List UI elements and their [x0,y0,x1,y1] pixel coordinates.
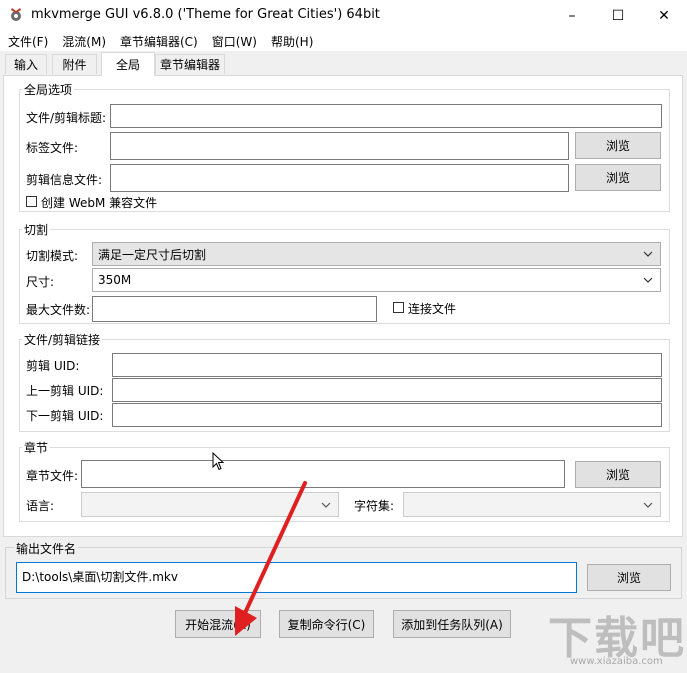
segment-title-input[interactable] [110,104,662,128]
chapter-file-label: 章节文件: [26,469,79,483]
link-files-checkbox[interactable] [393,302,404,313]
minimize-button[interactable]: – [549,0,595,31]
next-uid-label: 下一剪辑 UID: [26,409,104,423]
split-title: 切割 [22,221,51,238]
webm-checkbox[interactable] [26,196,37,207]
segment-uid-label: 剪辑 UID: [26,359,80,373]
previous-uid-label: 上一剪辑 UID: [26,384,104,398]
previous-uid-input[interactable] [112,378,662,402]
webm-label: 创建 WebM 兼容文件 [41,196,158,210]
tab-global[interactable]: 全局 [101,52,155,76]
linking-title: 文件/剪辑链接 [22,331,103,348]
output-title: 输出文件名 [14,540,79,557]
global-options-title: 全局选项 [22,81,75,98]
minimize-icon: – [568,7,576,24]
split-mode-label: 切割模式: [26,249,79,263]
mkvmerge-app-icon [11,8,21,21]
charset-label: 字符集: [354,499,395,513]
next-uid-input[interactable] [112,403,662,427]
menu-bar: 文件(F) 混流(M) 章节编辑器(C) 窗口(W) 帮助(H) [0,31,687,51]
split-mode-value: 满足一定尺寸后切割 [98,247,207,262]
chevron-down-icon [643,251,653,257]
add-to-queue-button[interactable]: 添加到任务队列(A) [393,610,511,638]
tags-file-label: 标签文件: [26,141,79,155]
tab-input[interactable]: 输入 [5,54,47,74]
segment-info-browse-button[interactable]: 浏览 [575,164,661,191]
size-value: 350M [98,273,132,287]
chapter-browse-button[interactable]: 浏览 [575,461,661,488]
chevron-down-icon [643,277,653,283]
language-label: 语言: [26,499,55,513]
menu-mux[interactable]: 混流(M) [55,31,113,51]
watermark-logo: 下载吧 www.xiazaiba.com [548,600,684,670]
size-label: 尺寸: [26,275,55,289]
tags-file-input[interactable] [110,132,569,160]
watermark-url: www.xiazaiba.com [570,656,663,667]
size-combo[interactable]: 350M [92,268,661,292]
menu-help[interactable]: 帮助(H) [264,31,320,51]
segment-info-input[interactable] [110,164,569,192]
tags-browse-button[interactable]: 浏览 [575,132,661,159]
tab-chapter-editor[interactable]: 章节编辑器 [155,54,225,74]
split-mode-select[interactable]: 满足一定尺寸后切割 [92,242,661,266]
maximize-icon: ☐ [611,7,625,24]
link-files-label: 连接文件 [408,302,457,316]
tab-attachments[interactable]: 附件 [52,54,97,74]
mouse-cursor-icon [212,452,225,471]
output-browse-button[interactable]: 浏览 [587,564,671,591]
max-files-input[interactable] [92,296,377,322]
title-bar: mkvmerge GUI v6.8.0 ('Theme for Great Ci… [0,0,687,31]
segment-title-label: 文件/剪辑标题: [26,111,107,125]
close-icon: ✕ [658,7,670,24]
segment-info-label: 剪辑信息文件: [26,173,103,187]
maximize-button[interactable]: ☐ [595,0,641,31]
charset-select[interactable] [403,492,661,517]
menu-chapter-editor[interactable]: 章节编辑器(C) [113,31,205,51]
annotation-arrow-icon [235,481,307,636]
menu-file[interactable]: 文件(F) [0,31,55,51]
close-button[interactable]: ✕ [641,0,687,31]
chapter-file-input[interactable] [81,460,565,488]
menu-window[interactable]: 窗口(W) [205,31,264,51]
chevron-down-icon [643,502,653,508]
max-files-label: 最大文件数: [26,303,91,317]
chapters-title: 章节 [22,439,51,456]
chevron-down-icon [321,502,331,508]
window-title: mkvmerge GUI v6.8.0 ('Theme for Great Ci… [31,7,380,22]
segment-uid-input[interactable] [112,353,662,377]
